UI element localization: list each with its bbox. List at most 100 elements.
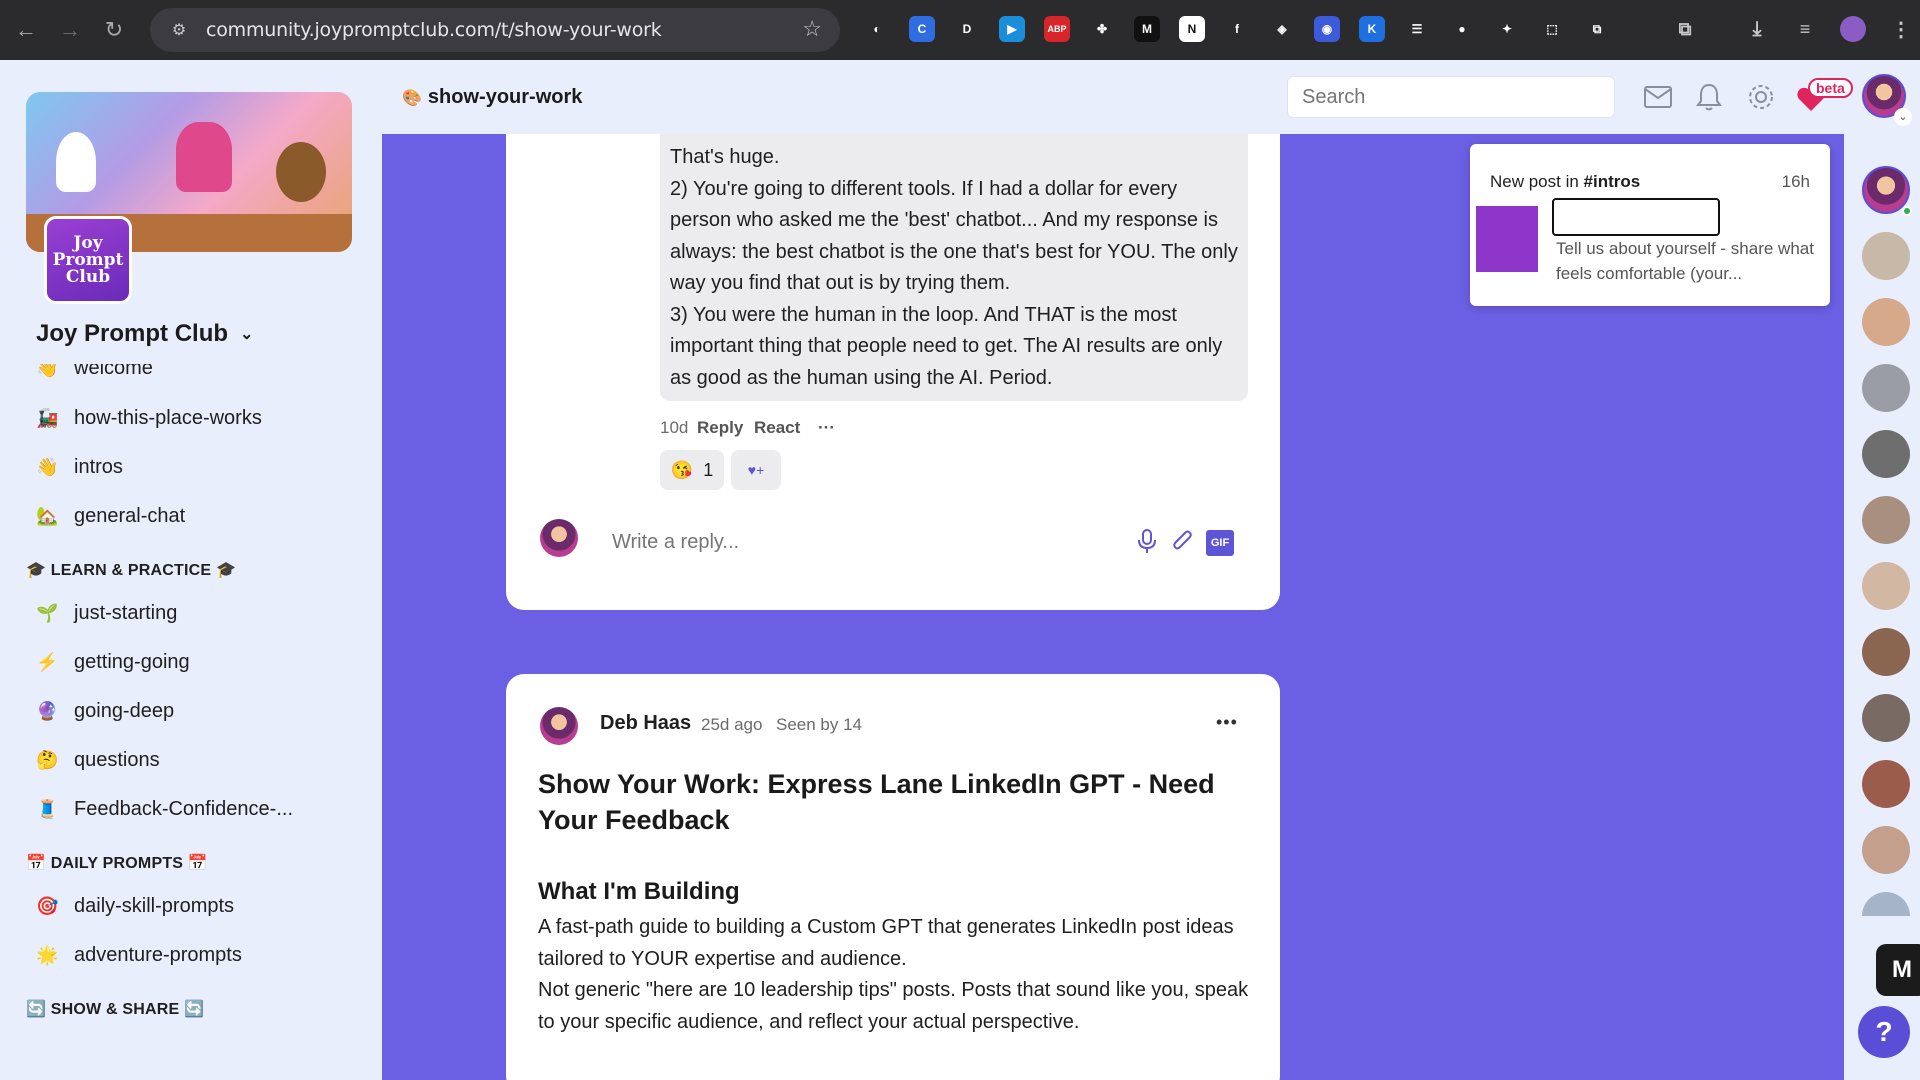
flag-ext-icon[interactable]: ◉	[1314, 16, 1340, 42]
sidebar-item-just-starting[interactable]: 🌱 just-starting	[36, 597, 177, 629]
community-logo[interactable]: Joy Prompt Club	[44, 216, 132, 304]
abp-ext-icon[interactable]: ABP	[1044, 16, 1070, 42]
channel-title: 🎨 show-your-work	[402, 86, 582, 109]
m-ext-icon[interactable]: M	[1134, 16, 1160, 42]
bell-icon[interactable]	[1692, 80, 1726, 114]
search-box[interactable]	[1287, 76, 1615, 118]
channel-emoji-icon: 🚂	[36, 407, 59, 428]
sidebar-item-intros[interactable]: 👋 intros	[36, 451, 123, 483]
post-age: 25d ago	[701, 715, 763, 734]
post-author-avatar[interactable]	[540, 707, 578, 745]
attachment-icon[interactable]	[1168, 526, 1198, 556]
reload-icon[interactable]: ↻	[96, 12, 132, 48]
edge-ext-icon[interactable]: C	[909, 16, 935, 42]
gif-button[interactable]: GIF	[1206, 530, 1234, 556]
browser-toolbar: ← → ↻ ⚙ community.joypromptclub.com/t/sh…	[0, 0, 1920, 60]
community-name-dropdown[interactable]: Joy Prompt Club ⌄	[36, 320, 253, 348]
bookmark-star-icon[interactable]: ☆	[802, 16, 822, 42]
channel-emoji-icon: 🎯	[36, 895, 59, 916]
layers-ext-icon[interactable]: ◈	[1269, 16, 1295, 42]
notion-ext-icon[interactable]: N	[1179, 16, 1205, 42]
help-button[interactable]: ?	[1858, 1006, 1910, 1058]
puzzle-ext-icon[interactable]: ⧉	[1584, 16, 1610, 42]
sidebar-item-going-deep[interactable]: 🔮 going-deep	[36, 695, 174, 727]
reply-link[interactable]: Reply	[697, 418, 743, 438]
member-avatar[interactable]	[1862, 496, 1910, 544]
m-app-button[interactable]: M	[1876, 944, 1920, 996]
post-more-icon[interactable]: •••	[1216, 712, 1238, 733]
member-avatar[interactable]	[1862, 760, 1910, 808]
microphone-icon[interactable]	[1132, 526, 1162, 556]
settings-gear-icon[interactable]	[1744, 80, 1778, 114]
member-rail	[1844, 134, 1920, 1080]
media-icon[interactable]: ≡	[1792, 16, 1818, 42]
copilot-ext-icon[interactable]: ◐	[864, 16, 890, 42]
screenshot-ext-icon[interactable]: ⬚	[1539, 16, 1565, 42]
back-icon[interactable]: ←	[8, 12, 44, 48]
d-ext-icon[interactable]: D	[954, 16, 980, 42]
sidebar-item-daily-skill-prompts[interactable]: 🎯 daily-skill-prompts	[36, 890, 234, 922]
react-link[interactable]: React	[754, 418, 800, 438]
post-seen-by[interactable]: Seen by 14	[776, 715, 862, 735]
member-avatar[interactable]	[1862, 628, 1910, 676]
sidebar-item-label: going-deep	[74, 699, 175, 722]
notification-title: New post in #intros	[1490, 172, 1641, 191]
sidebar-item-questions[interactable]: 🤔 questions	[36, 744, 160, 776]
bird-ext-icon[interactable]: ✦	[1494, 16, 1520, 42]
comment-bubble: That's huge. 2) You're going to differen…	[660, 134, 1248, 401]
sidebar-item-general-chat[interactable]: 🏡 general-chat	[36, 500, 185, 532]
download-icon[interactable]: ⤓	[1744, 16, 1770, 42]
forward-icon[interactable]: →	[52, 12, 88, 48]
post-body: A fast-path guide to building a Custom G…	[538, 912, 1258, 1038]
sidebar-section-heading[interactable]: 🎓 LEARN & PRACTICE 🎓	[26, 560, 236, 580]
channel-emoji-icon: 🏡	[36, 505, 59, 526]
sidebar-item-adventure-prompts[interactable]: 🌟 adventure-prompts	[36, 939, 242, 971]
member-avatar[interactable]	[1862, 232, 1910, 280]
play-ext-icon[interactable]: ▶	[999, 16, 1025, 42]
member-avatar[interactable]	[1862, 298, 1910, 346]
sidebar-section-heading[interactable]: 🔄 SHOW & SHARE 🔄	[26, 999, 204, 1019]
address-bar[interactable]: ⚙ community.joypromptclub.com/t/show-you…	[150, 8, 840, 52]
comment-paragraph: 3) You were the human in the loop. And T…	[670, 303, 1223, 389]
member-avatar[interactable]	[1862, 562, 1910, 610]
member-avatar[interactable]	[1862, 892, 1910, 916]
browser-menu-icon[interactable]: ⋮	[1888, 16, 1914, 42]
list-ext-icon[interactable]: ☰	[1404, 16, 1430, 42]
comment-age: 10d	[660, 418, 689, 437]
site-settings-icon[interactable]: ⚙	[168, 19, 190, 41]
sidebar-item-feedback-confidence[interactable]: 🧵 Feedback-Confidence-...	[36, 793, 293, 825]
post-author-name[interactable]: Deb Haas	[600, 712, 691, 735]
clover-ext-icon[interactable]: ✤	[1089, 16, 1115, 42]
channel-emoji-icon: ⚡	[36, 651, 59, 672]
reaction-chip[interactable]: 😘 1	[660, 450, 724, 490]
member-avatar[interactable]	[1862, 694, 1910, 742]
cookie-ext-icon[interactable]: ●	[1449, 16, 1475, 42]
reply-input[interactable]	[612, 524, 1112, 560]
k-ext-icon[interactable]: K	[1359, 16, 1385, 42]
post-section-heading: What I'm Building	[538, 878, 740, 905]
reading-mode-icon[interactable]: ⧉	[1672, 16, 1698, 42]
mail-icon[interactable]	[1641, 80, 1675, 114]
member-avatar[interactable]	[1862, 364, 1910, 412]
user-menu-chevron-icon[interactable]: ⌄	[1894, 108, 1912, 126]
add-reaction-button[interactable]: ♥+	[731, 450, 781, 490]
url-text[interactable]: community.joypromptclub.com/t/show-your-…	[206, 19, 662, 41]
member-avatar[interactable]	[1862, 826, 1910, 874]
sidebar-item-label: intros	[74, 455, 123, 478]
sidebar-item-getting-going[interactable]: ⚡ getting-going	[36, 646, 190, 678]
sidebar-item-label: just-starting	[74, 601, 178, 624]
search-input[interactable]	[1288, 77, 1614, 117]
new-post-notification[interactable]: New post in #intros 16h Tell us about yo…	[1470, 144, 1830, 306]
reaction-emoji-icon: 😘	[670, 459, 694, 480]
comment-more-icon[interactable]: ···	[818, 418, 835, 438]
channel-emoji-icon: 🤔	[36, 749, 59, 770]
sidebar-item-how-this-place-works[interactable]: 🚂 how-this-place-works	[36, 402, 262, 434]
sidebar-item-label: adventure-prompts	[74, 943, 242, 966]
fx-ext-icon[interactable]: f	[1224, 16, 1250, 42]
profile-avatar[interactable]	[1840, 16, 1866, 42]
comment-paragraph: That's huge.	[670, 146, 780, 168]
sidebar-section-heading[interactable]: 📅 DAILY PROMPTS 📅	[26, 853, 208, 873]
post-title[interactable]: Show Your Work: Express Lane LinkedIn GP…	[538, 766, 1258, 838]
member-avatar[interactable]	[1862, 430, 1910, 478]
post-paragraph: Not generic "here are 10 leadership tips…	[538, 979, 1249, 1033]
